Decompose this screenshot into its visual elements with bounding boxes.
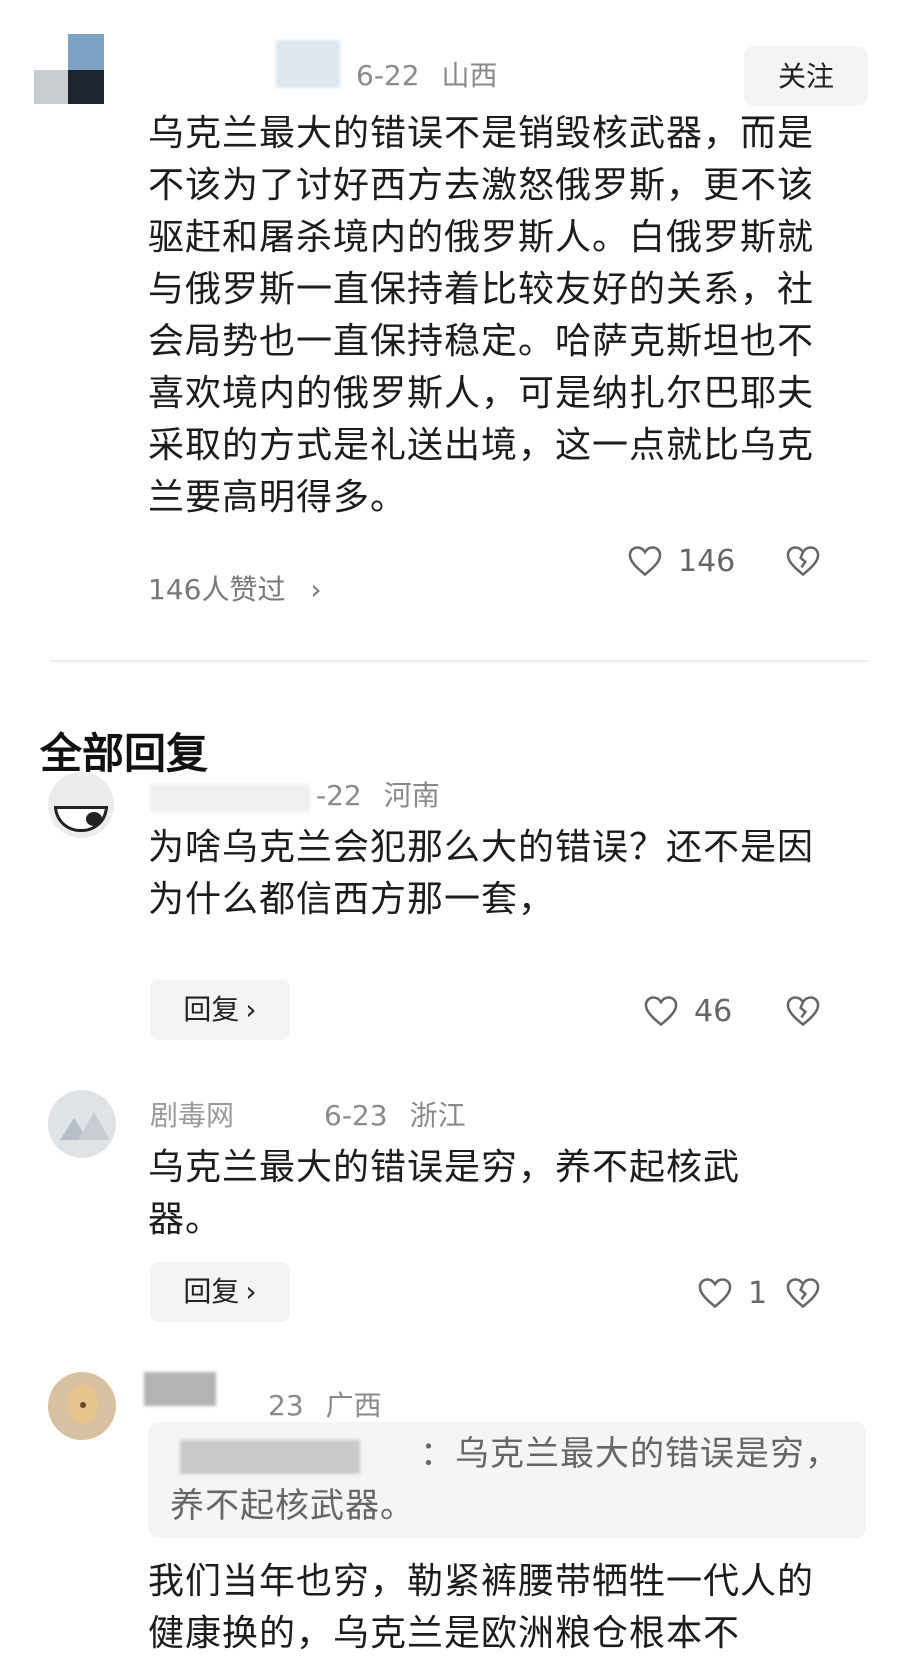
- reply-2-reply-button[interactable]: 回复 ›: [150, 1262, 290, 1322]
- liked-by-label: 146人赞过: [148, 573, 286, 606]
- chevron-right-icon: ›: [310, 573, 322, 606]
- main-like-button[interactable]: 146: [626, 542, 735, 580]
- reply-1-text: 为啥乌克兰会犯那么大的错误？还不是因为什么都信西方那一套，: [148, 827, 815, 920]
- main-comment-username-blurred[interactable]: [276, 40, 340, 88]
- reply-3-avatar[interactable]: [48, 1372, 116, 1440]
- reply-2-like-count: 1: [748, 1275, 768, 1311]
- reply-1-like-count: 46: [694, 993, 733, 1029]
- broken-heart-icon[interactable]: [784, 1274, 822, 1312]
- reply-3-username-blurred[interactable]: [144, 1372, 216, 1406]
- reply-2-text: 乌克兰最大的错误是穷，养不起核武器。: [148, 1147, 741, 1240]
- reply-1-username-blurred[interactable]: [150, 784, 310, 812]
- reply-2-location: 浙江: [409, 1099, 466, 1132]
- reply-2-meta: 剧毒网 6-23 浙江: [150, 1094, 466, 1134]
- reply-label: 回复: [183, 1275, 240, 1308]
- reply-1-avatar[interactable]: [48, 772, 114, 838]
- reply-3-location: 广西: [325, 1389, 382, 1422]
- reply-1-reply-button[interactable]: 回复 ›: [150, 980, 290, 1040]
- reply-3-meta: 23 广西: [268, 1384, 382, 1424]
- heart-outline-icon: [644, 996, 678, 1027]
- all-replies-heading: 全部回复: [40, 729, 209, 778]
- main-comment-avatar[interactable]: [34, 34, 104, 104]
- heart-outline-icon: [628, 546, 662, 577]
- broken-heart-icon[interactable]: [784, 542, 822, 580]
- reply-label: 回复: [183, 993, 240, 1026]
- chevron-right-icon: ›: [245, 993, 257, 1026]
- main-comment-location: 山西: [441, 59, 498, 92]
- reply-3-date: 23: [268, 1389, 304, 1422]
- broken-heart-icon[interactable]: [784, 992, 822, 1030]
- main-comment-meta: 6-22 山西: [356, 54, 498, 94]
- heart-outline-icon: [698, 1278, 732, 1309]
- reply-1-meta: -22 河南: [316, 774, 440, 814]
- reply-3-text: 我们当年也穷，勒紧裤腰带牺牲一代人的健康换的，乌克兰是欧洲粮仓根本不: [148, 1561, 815, 1654]
- reply-2-like-button[interactable]: 1: [696, 1274, 767, 1312]
- reply-2-username[interactable]: 剧毒网: [150, 1099, 234, 1132]
- chevron-right-icon: ›: [245, 1275, 257, 1308]
- reply-2-avatar[interactable]: [48, 1090, 116, 1158]
- follow-button[interactable]: 关注: [744, 46, 868, 106]
- liked-by-link[interactable]: 146人赞过 ›: [148, 568, 322, 608]
- main-comment-date: 6-22: [356, 59, 420, 92]
- reply-1-date: -22: [316, 779, 362, 812]
- main-like-count: 146: [678, 543, 736, 579]
- quoted-comment-text: ：乌克兰最大的错误是穷，养不起核武器。: [170, 1434, 840, 1526]
- reply-1-like-button[interactable]: 46: [642, 992, 732, 1030]
- reply-2-date: 6-23: [324, 1099, 388, 1132]
- divider: [50, 660, 868, 662]
- reply-1-location: 河南: [383, 779, 440, 812]
- main-comment-text: 乌克兰最大的错误不是销毁核武器，而是不该为了讨好西方去激怒俄罗斯，更不该驱赶和屠…: [148, 113, 815, 518]
